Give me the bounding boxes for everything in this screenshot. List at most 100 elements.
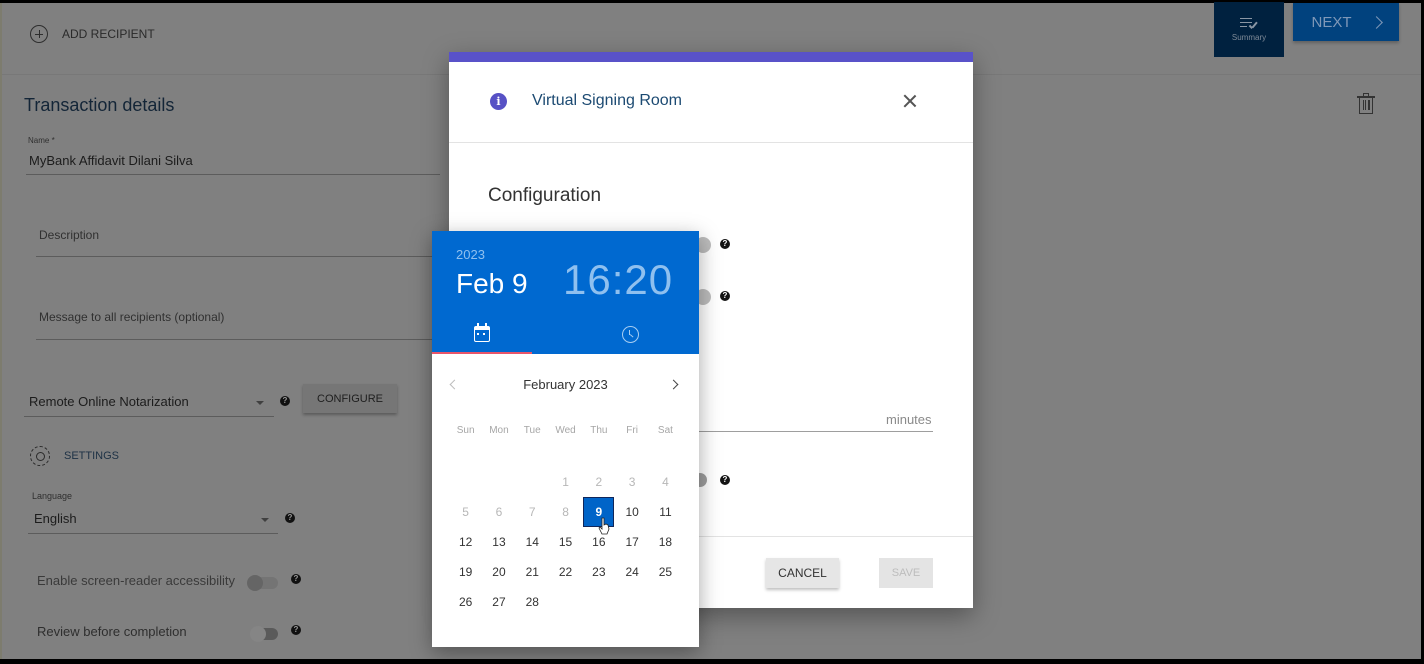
next-label: NEXT [1311, 13, 1352, 31]
minutes-suffix: minutes [886, 412, 932, 427]
help-icon[interactable]: ? [720, 291, 730, 301]
name-input[interactable]: MyBank Affidavit Dilani Silva [29, 153, 193, 168]
date-time-picker: 2023 Feb 9 16:20 February 2023 Sun Mon Tue… [432, 231, 699, 647]
help-icon[interactable]: ? [720, 475, 730, 485]
day-cell[interactable]: 11 [649, 497, 682, 527]
review-label: Review before completion [37, 624, 187, 639]
picker-year[interactable]: 2023 [456, 247, 485, 262]
day-cell: 5 [462, 505, 469, 519]
picker-date[interactable]: Feb 9 [456, 268, 528, 300]
save-button[interactable]: SAVE [879, 558, 933, 588]
hand-cursor-icon [598, 517, 610, 535]
day-cell: 4 [662, 475, 669, 489]
gear-icon [30, 446, 50, 466]
weekday-label: Sun [456, 425, 475, 436]
tab-date[interactable] [432, 318, 532, 354]
summary-label: Summary [1231, 32, 1267, 42]
day-blank [516, 467, 549, 497]
add-recipient-button[interactable]: ADD RECIPIENT [30, 25, 155, 43]
message-underline [36, 339, 440, 340]
day-cell[interactable]: 10 [615, 497, 648, 527]
day-cell[interactable]: 14 [516, 527, 549, 557]
checklist-icon [1240, 17, 1258, 30]
weekday-label: Tue [523, 425, 541, 436]
clock-icon [621, 326, 639, 343]
day-cell[interactable]: 28 [516, 587, 549, 617]
chevron-right-icon [1369, 15, 1383, 29]
language-label: Language [32, 491, 73, 501]
weekday-header: Sun Mon Tue Wed Thu Fri Sat [449, 425, 682, 436]
name-label: Name * [28, 136, 55, 145]
help-icon[interactable]: ? [720, 239, 730, 249]
day-cell[interactable]: 19 [449, 557, 482, 587]
picker-header: 2023 Feb 9 16:20 [432, 231, 699, 354]
summary-button[interactable]: Summary [1214, 2, 1284, 57]
day-cell: 7 [528, 505, 536, 519]
description-underline [36, 256, 440, 257]
language-underline [28, 533, 278, 534]
day-cell: 3 [628, 475, 636, 489]
day-cell[interactable]: 24 [615, 557, 648, 587]
settings-toggle[interactable]: SETTINGS [30, 446, 119, 466]
notarization-select[interactable]: Remote Online Notarization [29, 394, 189, 409]
day-cell[interactable]: 21 [516, 557, 549, 587]
minutes-input[interactable] [699, 431, 933, 432]
day-cell: 1 [562, 475, 569, 489]
day-cell[interactable]: 22 [549, 557, 582, 587]
dialog-accent-bar [449, 52, 973, 62]
day-grid: 1 2 3 4 5 6 7 8 9 10 11 12 13 14 15 16 17 18 19 20 21 22 23 24 2… [449, 467, 682, 617]
day-cell[interactable]: 25 [649, 557, 682, 587]
day-cell[interactable]: 17 [615, 527, 648, 557]
toggle-knob [247, 575, 263, 591]
language-select[interactable]: English [34, 511, 77, 526]
next-button[interactable]: NEXT [1293, 3, 1399, 41]
day-cell: 2 [595, 475, 603, 489]
weekday-label: Wed [555, 425, 576, 436]
help-icon[interactable]: ? [280, 396, 290, 406]
weekday-label: Thu [590, 425, 608, 436]
tab-time[interactable] [580, 318, 680, 354]
notarization-underline [24, 416, 274, 417]
close-icon[interactable] [901, 92, 919, 110]
description-input[interactable]: Description [39, 228, 99, 242]
calendar-icon [474, 323, 490, 342]
add-recipient-label: ADD RECIPIENT [62, 27, 155, 41]
toggle-knob [250, 626, 266, 642]
message-input[interactable]: Message to all recipients (optional) [39, 310, 224, 324]
help-icon[interactable]: ? [285, 513, 295, 523]
plus-circle-icon [30, 25, 48, 43]
info-icon: i [490, 93, 507, 110]
day-cell[interactable]: 20 [482, 557, 515, 587]
configure-button[interactable]: CONFIGURE [303, 384, 397, 413]
trash-icon[interactable] [1357, 93, 1375, 115]
transaction-details-title: Transaction details [24, 95, 175, 115]
weekday-label: Mon [489, 425, 509, 436]
screen-reader-toggle[interactable] [247, 575, 278, 591]
dialog-title: Virtual Signing Room [532, 92, 683, 109]
day-cell: 6 [495, 505, 503, 519]
day-cell[interactable]: 27 [482, 587, 515, 617]
dialog-header: i Virtual Signing Room [449, 62, 973, 143]
tab-indicator [432, 352, 532, 354]
day-cell[interactable]: 18 [649, 527, 682, 557]
weekday-label: Sat [657, 425, 673, 436]
weekday-label: Fri [626, 425, 638, 436]
cancel-button[interactable]: CANCEL [766, 558, 839, 588]
month-label: February 2023 [523, 377, 608, 392]
day-blank [449, 467, 482, 497]
picker-time[interactable]: 16:20 [563, 256, 673, 304]
day-cell[interactable]: 15 [549, 527, 582, 557]
dropdown-caret-icon [256, 401, 264, 405]
day-blank [482, 467, 515, 497]
help-icon[interactable]: ? [291, 574, 301, 584]
help-icon[interactable]: ? [291, 625, 301, 635]
day-cell: 8 [562, 505, 569, 519]
name-underline [26, 174, 440, 175]
day-cell[interactable]: 13 [482, 527, 515, 557]
dropdown-caret-icon [261, 518, 269, 522]
day-cell[interactable]: 12 [449, 527, 482, 557]
review-toggle[interactable] [250, 626, 278, 642]
day-cell[interactable]: 26 [449, 587, 482, 617]
month-navigation: February 2023 [432, 376, 699, 396]
day-cell[interactable]: 23 [582, 557, 615, 587]
